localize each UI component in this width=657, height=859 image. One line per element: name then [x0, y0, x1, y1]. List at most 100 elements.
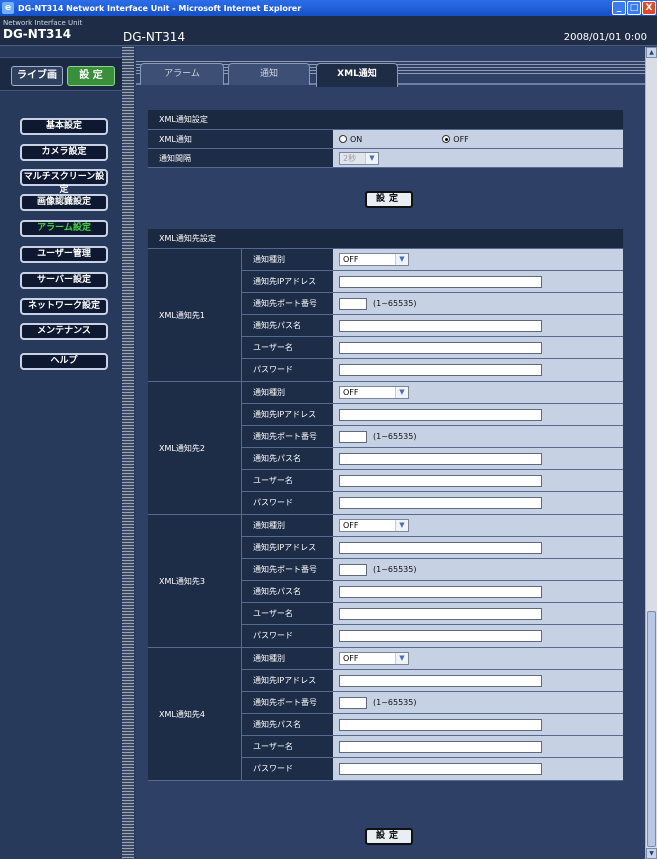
- xml-notify-row: XML通知 ON OFF: [148, 130, 623, 149]
- user-input[interactable]: [339, 607, 542, 620]
- port-input[interactable]: [339, 297, 367, 310]
- xml-notify-off-radio[interactable]: OFF: [442, 135, 469, 144]
- destination-port-row: 通知先ポート番号 (1~65535): [242, 692, 623, 714]
- sidebar-item-alarm[interactable]: アラーム設定: [20, 220, 108, 237]
- sidebar-item-server[interactable]: サーバー設定: [20, 272, 108, 289]
- destination-ip-label: 通知先IPアドレス: [242, 271, 333, 292]
- sidebar-item-multiscreen[interactable]: マルチスクリーン設定: [20, 169, 108, 195]
- port-range-hint: (1~65535): [373, 432, 417, 441]
- destination-path-label: 通知先パス名: [242, 448, 333, 469]
- scroll-down-icon[interactable]: ▼: [646, 848, 657, 859]
- xml-notify-label: XML通知: [148, 130, 333, 148]
- destination-path-row: 通知先パス名: [242, 315, 623, 337]
- notify-type-select[interactable]: OFF ▼: [339, 519, 409, 532]
- window-title: DG-NT314 Network Interface Unit - Micros…: [18, 3, 302, 13]
- user-input[interactable]: [339, 740, 542, 753]
- port-input[interactable]: [339, 430, 367, 443]
- destination-path-label: 通知先パス名: [242, 714, 333, 735]
- destination-type-row: 通知種別 OFF ▼: [242, 249, 623, 271]
- port-input[interactable]: [339, 563, 367, 576]
- destination-type-row: 通知種別 OFF ▼: [242, 515, 623, 537]
- destination-type-label: 通知種別: [242, 382, 333, 403]
- path-input[interactable]: [339, 718, 542, 731]
- notify-interval-select[interactable]: 2秒 ▼: [339, 151, 379, 165]
- chevron-down-icon: ▼: [395, 254, 408, 265]
- sidebar-item-image-recognition[interactable]: 画像認識設定: [20, 194, 108, 211]
- port-input[interactable]: [339, 696, 367, 709]
- sidebar-item-user-management[interactable]: ユーザー管理: [20, 246, 108, 263]
- destination-name: XML通知先3: [148, 515, 242, 647]
- sidebar-item-basic[interactable]: 基本設定: [20, 118, 108, 135]
- sidebar: ライブ画 設 定 基本設定 カメラ設定 マルチスクリーン設定 画像認識設定 アラ…: [0, 47, 122, 859]
- main-content: アラーム 通知 XML通知 XML通知設定 XML通知 ON OFF 通知間隔: [136, 47, 645, 859]
- chevron-down-icon: ▼: [365, 152, 378, 164]
- close-button[interactable]: X: [642, 1, 656, 15]
- sidebar-item-network[interactable]: ネットワーク設定: [20, 298, 108, 315]
- date-time: 2008/01/01 0:00: [563, 32, 647, 43]
- destination-ip-label: 通知先IPアドレス: [242, 537, 333, 558]
- destinations-set-button[interactable]: 設定: [365, 828, 413, 845]
- destination-user-row: ユーザー名: [242, 470, 623, 492]
- window-title-bar: e DG-NT314 Network Interface Unit - Micr…: [0, 0, 657, 16]
- maximize-button[interactable]: □: [627, 1, 641, 15]
- tab-xml-notification[interactable]: XML通知: [316, 63, 398, 87]
- scroll-up-icon[interactable]: ▲: [646, 47, 657, 58]
- window-controls: _ □ X: [612, 1, 656, 15]
- destination-name: XML通知先1: [148, 249, 242, 381]
- destination-ip-label: 通知先IPアドレス: [242, 404, 333, 425]
- xml-settings-header: XML通知設定: [148, 110, 623, 130]
- sidebar-item-camera[interactable]: カメラ設定: [20, 144, 108, 161]
- destination-user-row: ユーザー名: [242, 337, 623, 359]
- ip-input[interactable]: [339, 541, 542, 554]
- destination-password-row: パスワード: [242, 492, 623, 514]
- minimize-button[interactable]: _: [612, 1, 626, 15]
- ip-input[interactable]: [339, 408, 542, 421]
- model-name: DG-NT314: [123, 30, 186, 44]
- xml-settings-set-button[interactable]: 設定: [365, 191, 413, 208]
- destination-3: XML通知先3 通知種別 OFF ▼ 通知先IPアドレス 通知先ポート番号 (1~65535…: [148, 515, 623, 648]
- notify-type-select[interactable]: OFF ▼: [339, 253, 409, 266]
- sidebar-item-help[interactable]: ヘルプ: [20, 353, 108, 370]
- user-input[interactable]: [339, 474, 542, 487]
- destination-user-label: ユーザー名: [242, 470, 333, 491]
- password-input[interactable]: [339, 364, 542, 376]
- sidebar-item-maintenance[interactable]: メンテナンス: [20, 323, 108, 340]
- tab-alarm[interactable]: アラーム: [140, 63, 224, 85]
- destination-user-label: ユーザー名: [242, 736, 333, 757]
- destination-type-label: 通知種別: [242, 515, 333, 536]
- destination-path-row: 通知先パス名: [242, 448, 623, 470]
- scrollbar-thumb[interactable]: [647, 611, 656, 847]
- xml-notify-on-radio[interactable]: ON: [339, 135, 362, 144]
- live-view-button[interactable]: ライブ画: [11, 66, 63, 86]
- notify-interval-row: 通知間隔 2秒 ▼: [148, 149, 623, 168]
- password-input[interactable]: [339, 630, 542, 642]
- destination-port-row: 通知先ポート番号 (1~65535): [242, 426, 623, 448]
- notify-type-select[interactable]: OFF ▼: [339, 652, 409, 665]
- path-input[interactable]: [339, 319, 542, 332]
- path-input[interactable]: [339, 452, 542, 465]
- brand-logo: DG-NT314: [3, 27, 72, 41]
- xml-destinations-section: XML通知先設定 XML通知先1 通知種別 OFF ▼ 通知先IPアドレス 通知先ポート番…: [148, 229, 623, 781]
- destination-password-label: パスワード: [242, 758, 333, 780]
- destination-password-label: パスワード: [242, 625, 333, 647]
- path-input[interactable]: [339, 585, 542, 598]
- destination-port-label: 通知先ポート番号: [242, 293, 333, 314]
- user-input[interactable]: [339, 341, 542, 354]
- destination-type-label: 通知種別: [242, 249, 333, 270]
- password-input[interactable]: [339, 497, 542, 509]
- tab-bar: アラーム 通知 XML通知: [136, 61, 645, 87]
- destination-ip-row: 通知先IPアドレス: [242, 271, 623, 293]
- destination-path-label: 通知先パス名: [242, 581, 333, 602]
- ip-input[interactable]: [339, 275, 542, 288]
- tab-notification[interactable]: 通知: [228, 63, 310, 85]
- chevron-down-icon: ▼: [395, 653, 408, 664]
- notify-type-select[interactable]: OFF ▼: [339, 386, 409, 399]
- vertical-scrollbar[interactable]: ▲ ▼: [645, 47, 657, 859]
- password-input[interactable]: [339, 763, 542, 775]
- ip-input[interactable]: [339, 674, 542, 687]
- setup-button[interactable]: 設 定: [67, 66, 115, 86]
- destination-4: XML通知先4 通知種別 OFF ▼ 通知先IPアドレス 通知先ポート番号 (1~65535…: [148, 648, 623, 781]
- port-range-hint: (1~65535): [373, 299, 417, 308]
- destination-user-row: ユーザー名: [242, 736, 623, 758]
- destination-password-row: パスワード: [242, 359, 623, 381]
